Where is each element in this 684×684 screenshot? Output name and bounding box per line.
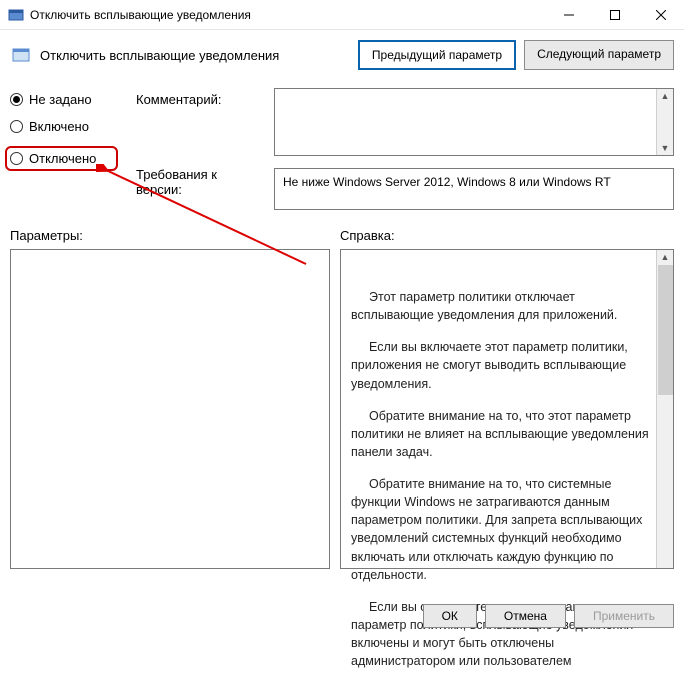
parameters-pane — [10, 249, 330, 569]
comment-label: Комментарий: — [136, 92, 256, 107]
radio-disabled[interactable]: Отключено — [5, 146, 118, 171]
scroll-down-icon: ▼ — [661, 141, 670, 155]
parameters-label: Параметры: — [10, 228, 340, 243]
minimize-button[interactable] — [546, 0, 592, 30]
maximize-button[interactable] — [592, 0, 638, 30]
dialog-buttons: ОК Отмена Применить — [423, 604, 674, 628]
help-label: Справка: — [340, 228, 395, 243]
prev-setting-button[interactable]: Предыдущий параметр — [358, 40, 516, 70]
help-p4: Обратите внимание на то, что системные ф… — [351, 475, 649, 584]
close-button[interactable] — [638, 0, 684, 30]
next-setting-button[interactable]: Следующий параметр — [524, 40, 674, 70]
help-p1: Этот параметр политики отключает всплыва… — [351, 288, 649, 324]
help-p2: Если вы включаете этот параметр политики… — [351, 338, 649, 392]
comment-scrollbar[interactable]: ▲ ▼ — [656, 89, 673, 155]
radio-not-configured[interactable]: Не задано — [10, 92, 118, 107]
radio-enabled[interactable]: Включено — [10, 119, 118, 134]
scroll-up-icon: ▲ — [661, 250, 670, 264]
titlebar: Отключить всплывающие уведомления — [0, 0, 684, 30]
requirements-label: Требования к версии: — [136, 167, 256, 197]
scroll-thumb[interactable] — [658, 265, 673, 395]
window-title: Отключить всплывающие уведомления — [30, 8, 546, 22]
requirements-field: Не ниже Windows Server 2012, Windows 8 и… — [274, 168, 674, 210]
subheader: Отключить всплывающие уведомления Предыд… — [0, 30, 684, 80]
radio-enabled-label: Включено — [29, 119, 89, 134]
apply-button[interactable]: Применить — [574, 604, 674, 628]
help-pane: Этот параметр политики отключает всплыва… — [340, 249, 674, 569]
comment-field[interactable]: ▲ ▼ — [274, 88, 674, 156]
help-p3: Обратите внимание на то, что этот параме… — [351, 407, 649, 461]
window-icon — [8, 7, 24, 23]
requirements-value: Не ниже Windows Server 2012, Windows 8 и… — [283, 175, 611, 189]
policy-icon — [10, 44, 32, 66]
radio-not-configured-label: Не задано — [29, 92, 92, 107]
radio-disabled-label: Отключено — [29, 151, 96, 166]
state-radio-group: Не задано Включено Отключено — [10, 86, 118, 171]
header-title: Отключить всплывающие уведомления — [40, 48, 350, 63]
scroll-up-icon: ▲ — [661, 89, 670, 103]
cancel-button[interactable]: Отмена — [485, 604, 566, 628]
help-scrollbar[interactable]: ▲ — [656, 250, 673, 568]
ok-button[interactable]: ОК — [423, 604, 477, 628]
